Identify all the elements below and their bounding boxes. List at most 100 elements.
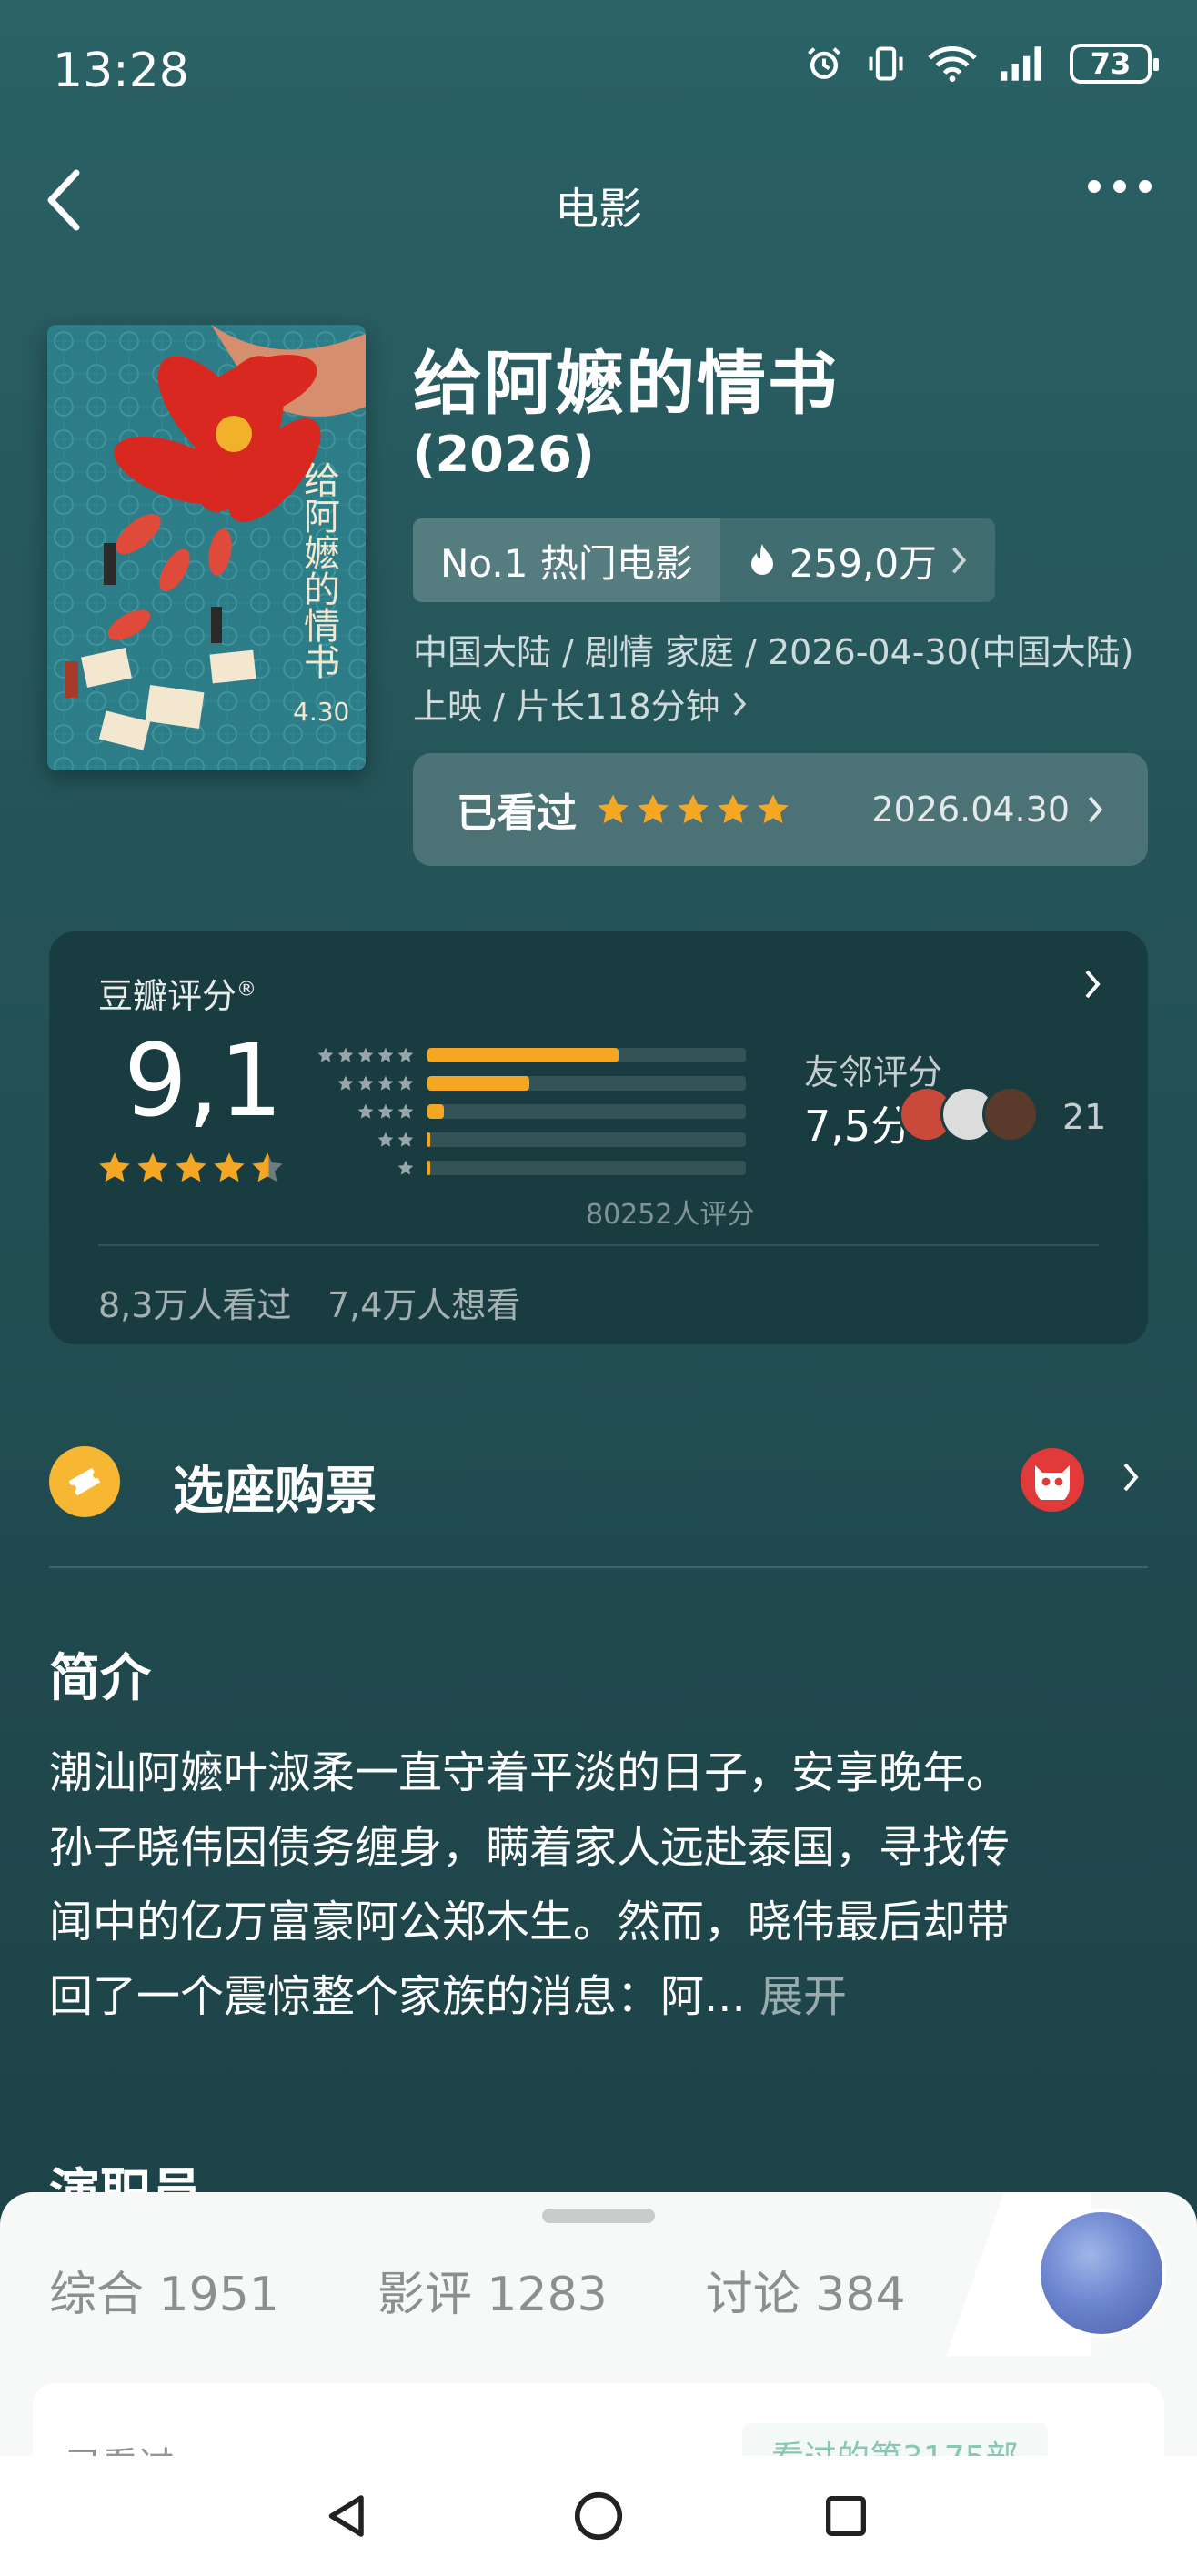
battery-indicator: 73 bbox=[1070, 44, 1159, 84]
histogram-track bbox=[428, 1075, 746, 1091]
rating-histogram bbox=[309, 1041, 808, 1182]
histogram-track bbox=[428, 1132, 746, 1147]
histogram-row-3-star bbox=[309, 1097, 808, 1125]
star-icon bbox=[377, 1132, 394, 1147]
movie-meta-line2-text: 上映 / 片长118分钟 bbox=[413, 687, 720, 727]
star-icon bbox=[99, 1152, 130, 1182]
status-icons: 73 bbox=[804, 44, 1159, 84]
expand-link[interactable]: 展开 bbox=[759, 1971, 847, 2022]
watched-label: 已看过 bbox=[457, 790, 577, 837]
summary-text[interactable]: 潮汕阿嬷叶淑柔一直守着平淡的日子，安享晚年。 孙子晓伟因债务缠身，瞒着家人远赴泰… bbox=[49, 1736, 1150, 2034]
score-stars bbox=[96, 1150, 286, 1186]
avatar bbox=[982, 1086, 1039, 1142]
watched-status[interactable]: 已看过 2026.04.30 bbox=[413, 753, 1148, 866]
chevron-right-icon bbox=[1088, 796, 1103, 823]
histogram-bar-4-star bbox=[428, 1075, 529, 1091]
triangle-back-icon bbox=[328, 2495, 364, 2537]
movie-poster[interactable]: 给阿嬷的情书 4.30 bbox=[47, 325, 366, 770]
star-icon bbox=[718, 794, 749, 824]
movie-title: 给阿嬷的情书 bbox=[413, 343, 839, 424]
star-icon bbox=[357, 1047, 374, 1062]
star-icon bbox=[377, 1103, 394, 1119]
more-button[interactable] bbox=[1088, 180, 1152, 193]
rank-badge[interactable]: No.1 热门电影 259,0万 bbox=[413, 518, 996, 602]
tab-reviews[interactable]: 影评 1283 bbox=[377, 2256, 608, 2324]
star-icon bbox=[638, 794, 669, 824]
signal-icon bbox=[1001, 46, 1041, 81]
histogram-star-label bbox=[309, 1159, 428, 1177]
svg-text:4.30: 4.30 bbox=[293, 697, 349, 727]
divider bbox=[98, 1244, 1099, 1246]
histogram-row-2-star bbox=[309, 1125, 808, 1153]
alarm-icon bbox=[808, 47, 840, 79]
friends-count: 21 bbox=[1062, 1097, 1107, 1137]
circle-home-icon bbox=[574, 2491, 623, 2541]
chevron-right-icon bbox=[1085, 970, 1101, 999]
histogram-track bbox=[428, 1103, 746, 1119]
rating-title: 豆瓣评分® bbox=[98, 976, 257, 1016]
star-icon bbox=[137, 1152, 168, 1182]
rating-count: 80252人评分 bbox=[586, 1199, 755, 1231]
histogram-star-label bbox=[309, 1046, 428, 1064]
star-icon bbox=[377, 1075, 394, 1091]
histogram-bar-1-star bbox=[428, 1160, 430, 1175]
nav-home-button[interactable] bbox=[566, 2483, 631, 2549]
histogram-row-5-star bbox=[309, 1041, 808, 1069]
rating-card[interactable]: 豆瓣评分® 9,1 80252人评分 友邻评分 7,5分 21 8,3万人看过 … bbox=[49, 931, 1148, 1344]
wifi-icon bbox=[928, 45, 977, 82]
star-icon bbox=[397, 1132, 414, 1147]
ticket-icon bbox=[49, 1446, 120, 1517]
histogram-track bbox=[428, 1047, 746, 1062]
tab-overview[interactable]: 综合 1951 bbox=[49, 2256, 279, 2324]
system-nav-bar bbox=[0, 2456, 1197, 2576]
avatar[interactable] bbox=[1037, 2209, 1166, 2338]
nav-back-button[interactable] bbox=[315, 2483, 380, 2549]
nav-recents-button[interactable] bbox=[813, 2483, 879, 2549]
user-rating-stars bbox=[595, 791, 791, 828]
movie-meta-line2[interactable]: 上映 / 片长118分钟 bbox=[413, 679, 748, 729]
histogram-track bbox=[428, 1160, 746, 1175]
drag-handle[interactable] bbox=[542, 2209, 655, 2223]
star-icon bbox=[337, 1047, 354, 1062]
star-icon bbox=[397, 1075, 414, 1091]
star-icon bbox=[678, 794, 709, 824]
cat-logo-icon bbox=[1021, 1448, 1084, 1512]
vibrate-icon bbox=[869, 46, 903, 81]
seen-count[interactable]: 8,3万人看过 bbox=[98, 1277, 291, 1327]
douban-score: 9,1 bbox=[124, 1022, 283, 1139]
status-time: 13:28 bbox=[53, 44, 189, 98]
star-icon bbox=[397, 1103, 414, 1119]
square-recents-icon bbox=[826, 2496, 866, 2536]
buy-ticket-label[interactable]: 选座购票 bbox=[173, 1450, 377, 1524]
movie-meta-line1: 中国大陆 / 剧情 家庭 / 2026-04-30(中国大陆) bbox=[413, 632, 1134, 672]
watched-date: 2026.04.30 bbox=[871, 790, 1070, 830]
summary-title: 简介 bbox=[49, 1649, 151, 1708]
histogram-row-4-star bbox=[309, 1069, 808, 1097]
half-star-icon bbox=[252, 1152, 283, 1182]
chevron-right-icon bbox=[1123, 1463, 1139, 1492]
heat-value: 259,0万 bbox=[789, 540, 938, 586]
want-count[interactable]: 7,4万人想看 bbox=[327, 1277, 520, 1327]
star-icon bbox=[598, 794, 629, 824]
fire-icon bbox=[750, 544, 773, 575]
divider bbox=[49, 1566, 1148, 1568]
histogram-star-label bbox=[309, 1102, 428, 1121]
star-icon bbox=[377, 1047, 394, 1062]
star-icon bbox=[214, 1152, 245, 1182]
histogram-bar-3-star bbox=[428, 1103, 444, 1119]
tab-discussions[interactable]: 讨论 384 bbox=[706, 2256, 906, 2324]
svg-text:给阿嬷的情书: 给阿嬷的情书 bbox=[297, 461, 339, 679]
histogram-star-label bbox=[309, 1074, 428, 1092]
star-icon bbox=[337, 1075, 354, 1091]
star-icon bbox=[357, 1075, 374, 1091]
more-dots-icon bbox=[1088, 180, 1101, 193]
poster-artwork: 给阿嬷的情书 4.30 bbox=[47, 325, 366, 770]
star-icon bbox=[357, 1103, 374, 1119]
chevron-right-icon bbox=[951, 547, 967, 574]
chevron-right-icon bbox=[733, 691, 746, 716]
star-icon bbox=[176, 1152, 206, 1182]
histogram-row-1-star bbox=[309, 1153, 808, 1182]
movie-year: (2026) bbox=[413, 426, 595, 483]
friends-avatars[interactable] bbox=[899, 1086, 1039, 1142]
friends-rating-score: 7,5分 bbox=[804, 1102, 913, 1151]
